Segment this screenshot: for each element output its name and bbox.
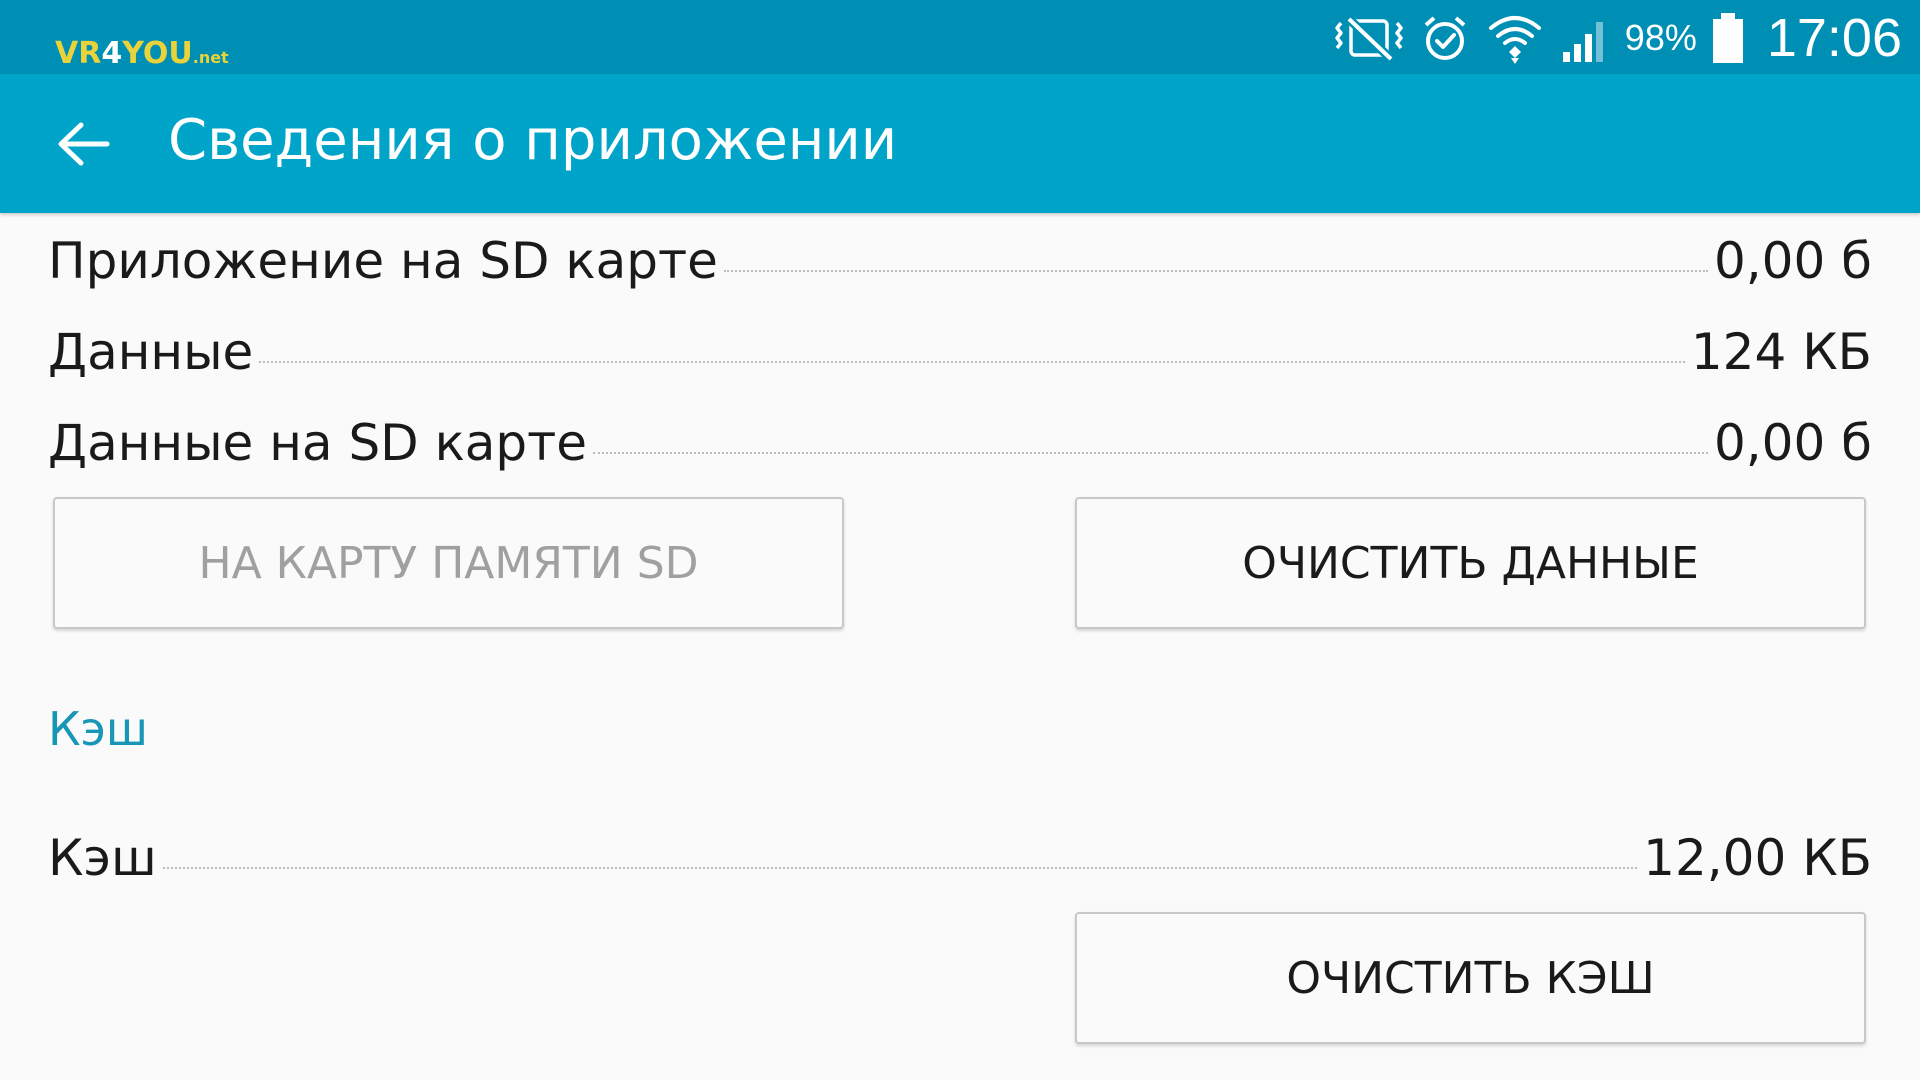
clear-data-button[interactable]: ОЧИСТИТЬ ДАННЫЕ: [1075, 497, 1866, 629]
watermark-text-net: .net: [192, 48, 229, 67]
back-button[interactable]: [46, 106, 122, 182]
row-label: Данные: [48, 323, 254, 381]
wifi-icon: [1485, 10, 1545, 66]
status-bar: VR4YOU.net 98% 17:06: [0, 0, 1920, 74]
watermark-text-you: YOU: [122, 36, 193, 71]
row-value: 124 КБ: [1690, 323, 1872, 381]
row-label: Кэш: [48, 829, 157, 887]
row-label: Данные на SD карте: [48, 414, 588, 472]
page-title: Сведения о приложении: [168, 108, 898, 173]
dotted-leader: [723, 270, 1708, 272]
cache-row: Кэш 12,00 КБ: [48, 829, 1872, 887]
watermark-logo: VR4YOU.net: [55, 36, 229, 71]
clock: 17:06: [1766, 8, 1902, 68]
app-bar: Сведения о приложении: [0, 74, 1920, 213]
dotted-leader: [593, 452, 1708, 454]
signal-icon: [1559, 12, 1611, 64]
watermark-text-digit: 4: [101, 36, 123, 71]
move-to-sd-button[interactable]: НА КАРТУ ПАМЯТИ SD: [53, 497, 844, 629]
alarm-icon: [1419, 12, 1471, 64]
clear-cache-button[interactable]: ОЧИСТИТЬ КЭШ: [1075, 912, 1866, 1044]
row-value: 12,00 КБ: [1643, 829, 1872, 887]
storage-row-app-sd: Приложение на SD карте 0,00 б: [48, 232, 1872, 290]
storage-row-data-sd: Данные на SD карте 0,00 б: [48, 414, 1872, 472]
battery-icon: [1711, 11, 1745, 65]
battery-percent: 98%: [1624, 17, 1697, 58]
row-value: 0,00 б: [1713, 414, 1872, 472]
arrow-back-icon: [58, 122, 110, 166]
watermark-text-vr: VR: [55, 36, 102, 71]
status-icons: 98% 17:06: [1333, 6, 1902, 70]
vibrate-icon: [1333, 13, 1405, 63]
row-label: Приложение на SD карте: [48, 232, 718, 290]
row-value: 0,00 б: [1713, 232, 1872, 290]
storage-row-data: Данные 124 КБ: [48, 323, 1872, 381]
dotted-leader: [259, 361, 1685, 363]
cache-section-header: Кэш: [48, 702, 148, 756]
dotted-leader: [162, 867, 1638, 869]
